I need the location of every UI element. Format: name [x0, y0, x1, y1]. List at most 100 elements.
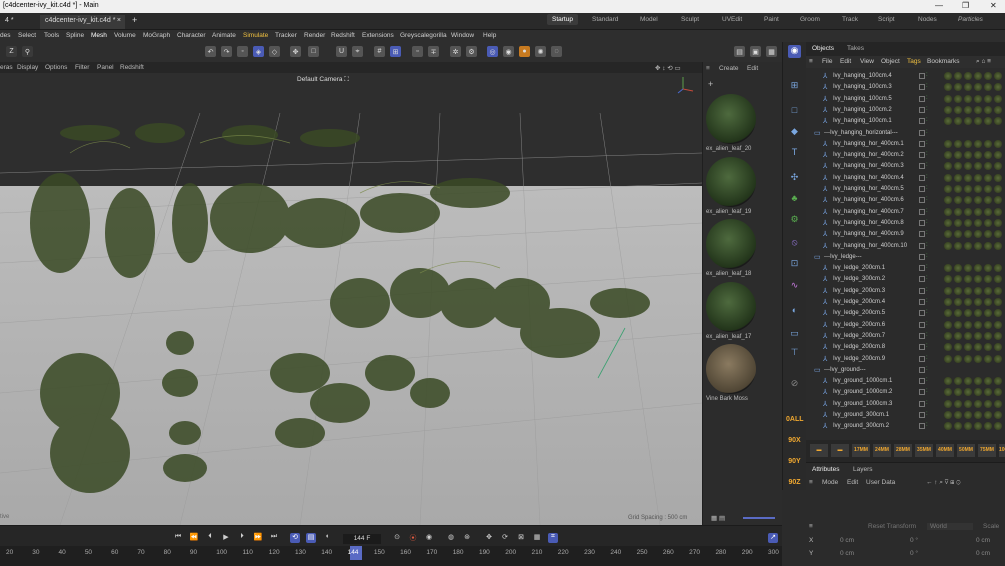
material-tag-icon[interactable] [974, 411, 982, 419]
material-tag-icon[interactable] [964, 286, 972, 295]
object-row[interactable]: ⅄ Ivy_ledge_200cm.7: [806, 331, 1005, 342]
render-settings-icon[interactable]: ▤ [734, 46, 745, 57]
object-row[interactable]: ⅄ Ivy_ledge_200cm.3: [806, 286, 1005, 297]
effector-gear-icon[interactable]: ⚙ [788, 214, 801, 227]
object-row[interactable]: ⅄ Ivy_hanging_hor_400cm.9: [806, 229, 1005, 240]
material-tag-icon[interactable] [984, 162, 992, 171]
material-tag-icon[interactable] [974, 264, 982, 273]
material-tag-icon[interactable] [994, 139, 1002, 148]
object-name[interactable]: Ivy_hanging_100cm.3 [833, 84, 892, 90]
object-row[interactable]: ⅄ Ivy_ledge_300cm.2: [806, 274, 1005, 285]
visibility-dots-icon[interactable]: : [926, 129, 928, 135]
object-name[interactable]: Ivy_ground_1000cm.1 [833, 378, 892, 384]
material-tag-icon[interactable] [964, 241, 972, 250]
object-name[interactable]: Ivy_hanging_hor_400cm.10 [833, 243, 907, 249]
visibility-checkbox[interactable] [919, 321, 925, 328]
visibility-dots-icon[interactable]: : [926, 411, 928, 417]
visibility-dots-icon[interactable]: : [926, 400, 928, 406]
material-tag-icon[interactable] [954, 286, 962, 295]
visibility-checkbox[interactable] [919, 310, 925, 317]
material-tag-icon[interactable] [984, 173, 992, 182]
model-mode-icon[interactable]: ◈ [253, 46, 264, 57]
material-tag-icon[interactable] [944, 298, 952, 306]
search-icon[interactable]: ⌕ ⌂ ≡ [976, 58, 991, 66]
visibility-dots-icon[interactable]: : [926, 106, 928, 112]
layout-uvedit[interactable]: UVEdit [722, 16, 742, 23]
lens-35mm-button[interactable]: 35MM [915, 444, 933, 457]
material-tag-icon[interactable] [974, 185, 982, 193]
grid-view-icon[interactable]: ▦ ▤ [711, 514, 725, 522]
undo-icon[interactable]: ↶ [205, 46, 216, 57]
material-tag-icon[interactable] [964, 83, 972, 92]
material-tag-icon[interactable] [984, 298, 992, 306]
x-rotation-field[interactable]: 0 ° [910, 537, 918, 544]
lens-75mm-button[interactable]: 75MM [978, 444, 996, 457]
move-icon[interactable]: ✥ [290, 46, 301, 57]
visibility-dots-icon[interactable]: : [926, 264, 928, 270]
visibility-checkbox[interactable] [919, 355, 925, 362]
material-tag-icon[interactable] [994, 275, 1002, 284]
edges-mode-icon[interactable]: ◇ [269, 46, 280, 57]
attr-list-icon[interactable]: ≡ [809, 479, 813, 486]
object-row[interactable]: ⅄ Ivy_hanging_hor_400cm.1: [806, 139, 1005, 150]
asset-item[interactable]: ex_alien_leaf_19 [706, 157, 756, 215]
object-row[interactable]: ⅄ Ivy_hanging_hor_400cm.7: [806, 207, 1005, 218]
material-tag-icon[interactable] [984, 151, 992, 160]
timer-icon[interactable]: ◌ [551, 46, 562, 57]
visibility-checkbox[interactable] [919, 287, 925, 294]
previous-key-icon[interactable]: ⏪ [189, 533, 199, 543]
object-name[interactable]: Ivy_ground_1000cm.2 [833, 389, 892, 395]
material-tag-icon[interactable] [944, 72, 952, 80]
object-name[interactable]: Ivy_hanging_hor_400cm.4 [833, 175, 904, 181]
material-tag-icon[interactable] [954, 377, 962, 386]
visibility-dots-icon[interactable]: : [926, 83, 928, 89]
material-tag-icon[interactable] [974, 388, 982, 397]
tab-takes[interactable]: Takes [847, 45, 864, 52]
material-tag-icon[interactable] [994, 230, 1002, 239]
lens-100mm-button[interactable]: 100 [999, 444, 1005, 457]
material-tag-icon[interactable] [974, 241, 982, 250]
material-tag-icon[interactable] [964, 264, 972, 273]
material-tag-icon[interactable] [984, 117, 992, 126]
material-tag-icon[interactable] [964, 72, 972, 80]
material-tag-icon[interactable] [944, 117, 952, 126]
material-tag-icon[interactable] [994, 207, 1002, 216]
object-name[interactable]: Ivy_ledge_200cm.1 [833, 265, 885, 271]
object-row[interactable]: ⅄ Ivy_ground_300cm.1: [806, 410, 1005, 421]
material-tag-icon[interactable] [954, 331, 962, 340]
coordinate-system-icon[interactable]: ⚲ [22, 46, 33, 57]
material-tag-icon[interactable] [984, 139, 992, 148]
visibility-checkbox[interactable] [919, 118, 925, 125]
menu-mograph[interactable]: MoGraph [143, 32, 170, 39]
visibility-checkbox[interactable] [919, 84, 925, 91]
material-tag-icon[interactable] [944, 422, 952, 431]
object-name[interactable]: Ivy_hanging_hor_400cm.7 [833, 209, 904, 215]
material-tag-icon[interactable] [994, 411, 1002, 419]
visibility-dots-icon[interactable]: : [926, 151, 928, 157]
material-tag-icon[interactable] [984, 320, 992, 329]
viewport-menu-panel[interactable]: Panel [97, 64, 114, 71]
visibility-dots-icon[interactable]: : [926, 162, 928, 168]
visibility-checkbox[interactable] [919, 140, 925, 147]
material-tag-icon[interactable] [944, 275, 952, 284]
cube-icon[interactable]: ◆ [788, 126, 801, 139]
material-tag-icon[interactable] [994, 185, 1002, 193]
material-tag-icon[interactable] [954, 422, 962, 431]
object-row[interactable]: ⅄ Ivy_hanging_hor_400cm.6: [806, 195, 1005, 206]
lens-24mm-button[interactable]: 24MM [873, 444, 891, 457]
visibility-dots-icon[interactable]: : [926, 332, 928, 338]
visibility-dots-icon[interactable]: : [926, 422, 928, 428]
object-name[interactable]: Ivy_ledge_200cm.7 [833, 333, 885, 339]
material-tag-icon[interactable] [994, 173, 1002, 182]
material-tag-icon[interactable] [974, 162, 982, 171]
material-tag-icon[interactable] [964, 139, 972, 148]
material-tag-icon[interactable] [954, 185, 962, 193]
layout-particles[interactable]: Particles [958, 16, 983, 23]
visibility-checkbox[interactable] [919, 197, 925, 204]
material-tag-icon[interactable] [964, 399, 972, 408]
object-name[interactable]: Ivy_ledge_200cm.6 [833, 322, 885, 328]
menu-modes[interactable]: des [0, 32, 10, 39]
material-tag-icon[interactable] [984, 422, 992, 431]
redo-icon[interactable]: ↷ [221, 46, 232, 57]
material-tag-icon[interactable] [944, 162, 952, 171]
